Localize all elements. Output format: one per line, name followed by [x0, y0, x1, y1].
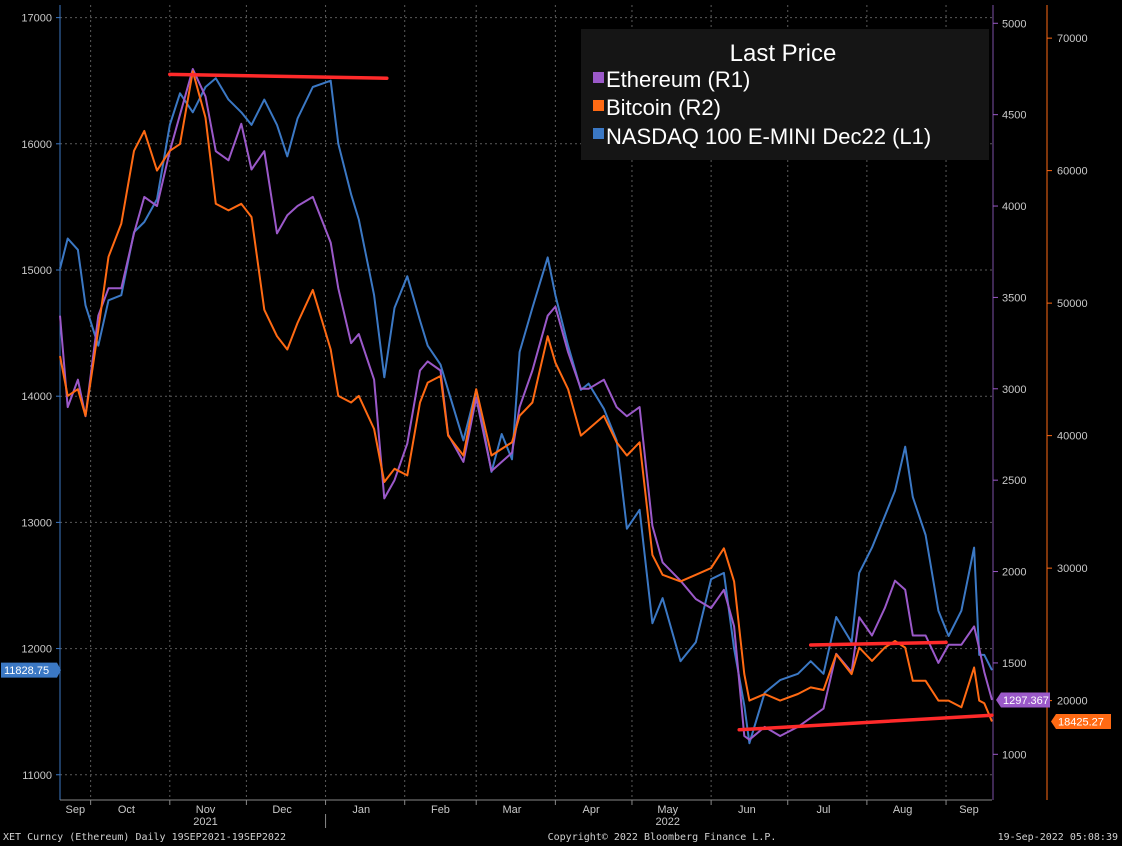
x-axis-month-label: Sep: [959, 804, 979, 816]
right2-axis-tick-label: 30000: [1057, 563, 1088, 575]
left-axis-tick-label: 15000: [21, 265, 52, 277]
legend-item-nasdaq: NASDAQ 100 E-MINI Dec22 (L1): [606, 124, 931, 149]
left-axis-tick-label: 17000: [21, 13, 52, 25]
right1-axis-tick-label: 3500: [1002, 292, 1026, 304]
x-axis-month-label: Sep: [66, 804, 86, 816]
right1-axis-tick-label: 1000: [1002, 749, 1026, 761]
right1-axis-tick-label: 4500: [1002, 110, 1026, 122]
legend: Last Price Ethereum (R1) Bitcoin (R2) NA…: [581, 29, 989, 160]
last-price-badge-label: 18425.27: [1058, 716, 1104, 728]
x-axis-month-label: May: [657, 804, 678, 816]
footer-right: 19-Sep-2022 05:08:39: [998, 832, 1118, 843]
legend-item-bitcoin: Bitcoin (R2): [606, 95, 721, 120]
right1-axis-tick-label: 2000: [1002, 567, 1026, 579]
left-axis-tick-label: 13000: [21, 517, 52, 529]
right2-axis-tick-label: 50000: [1057, 298, 1088, 310]
right2-axis-tick-label: 20000: [1057, 696, 1088, 708]
right1-axis-tick-label: 3000: [1002, 384, 1026, 396]
legend-swatch-ethereum: [593, 72, 604, 83]
right2-axis-tick-label: 60000: [1057, 166, 1088, 178]
left-axis-tick-label: 12000: [21, 644, 52, 656]
x-axis-month-label: Aug: [893, 804, 913, 816]
x-axis-month-label: Jun: [738, 804, 756, 816]
legend-swatch-bitcoin: [593, 100, 604, 111]
footer-left: XET Curncy (Ethereum) Daily 19SEP2021-19…: [3, 832, 286, 843]
right2-axis-tick-label: 70000: [1057, 33, 1088, 45]
right1-axis-tick-label: 4000: [1002, 201, 1026, 213]
last-price-badge-label: 11828.75: [4, 665, 49, 677]
legend-swatch-nasdaq: [593, 128, 604, 139]
x-axis-month-label: Jul: [816, 804, 830, 816]
x-axis-month-label: Nov: [196, 804, 216, 816]
x-axis-month-label: Jan: [352, 804, 370, 816]
x-axis-month-label: Dec: [272, 804, 292, 816]
left-axis-tick-label: 16000: [21, 139, 52, 151]
last-price-badge-label: 1297.367: [1003, 695, 1049, 707]
x-axis-month-label: Apr: [583, 804, 600, 816]
x-axis-year-label: 2021: [193, 816, 217, 828]
price-chart: 11000 12000 13000 14000 15000 16000 17000 1000 1…: [0, 0, 1122, 846]
right2-axis-tick-label: 40000: [1057, 431, 1088, 443]
right1-axis-tick-label: 1500: [1002, 658, 1026, 670]
legend-title: Last Price: [730, 40, 837, 67]
left-axis-tick-label: 14000: [21, 391, 52, 403]
left-axis-tick-label: 11000: [22, 770, 52, 782]
x-axis-month-label: Feb: [431, 804, 450, 816]
legend-item-ethereum: Ethereum (R1): [606, 67, 750, 92]
x-axis-month-label: Oct: [118, 804, 135, 816]
x-axis-month-label: Mar: [502, 804, 521, 816]
x-axis-year-label: 2022: [655, 816, 679, 828]
right1-axis-tick-label: 2500: [1002, 475, 1026, 487]
footer-center: Copyright© 2022 Bloomberg Finance L.P.: [548, 832, 777, 843]
right1-axis-tick-label: 5000: [1002, 18, 1026, 30]
